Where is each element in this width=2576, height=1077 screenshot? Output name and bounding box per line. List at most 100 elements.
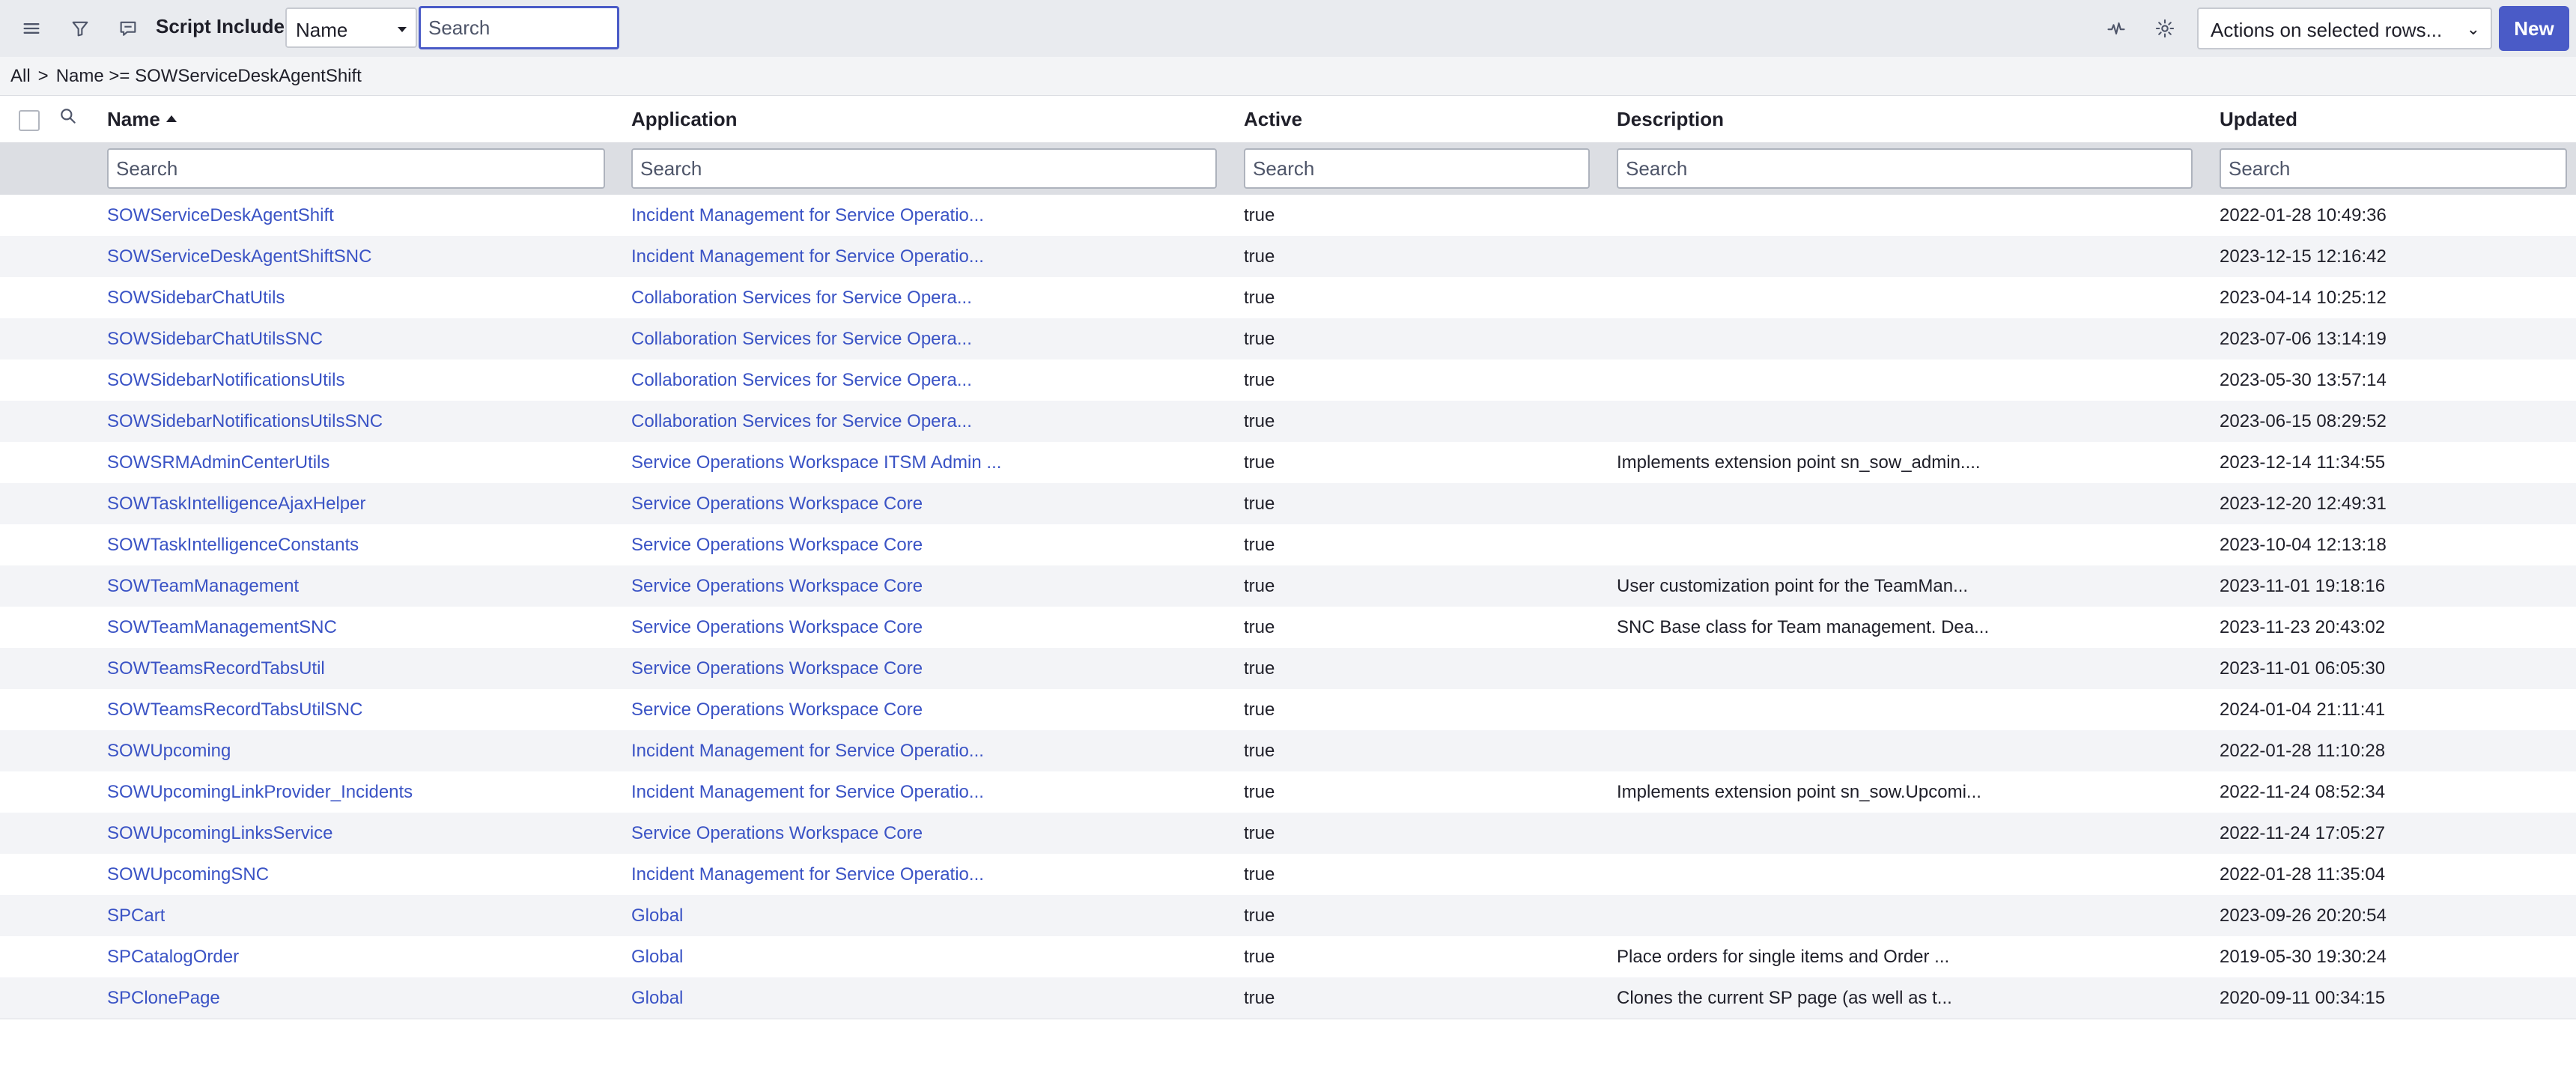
table-row[interactable]: SOWServiceDeskAgentShiftSNC Incident Mana… — [0, 236, 2576, 277]
gear-icon[interactable] — [2150, 13, 2180, 43]
table-row[interactable]: SOWSidebarChatUtils Collaboration Service… — [0, 277, 2576, 318]
actions-select-value: Actions on selected rows... — [2211, 19, 2443, 41]
cell-updated: 2023-11-01 19:18:16 — [2220, 576, 2386, 596]
hamburger-menu-icon[interactable] — [16, 13, 46, 43]
column-header-description[interactable]: Description — [1617, 108, 1724, 131]
cell-name[interactable]: SOWSidebarChatUtils — [107, 288, 285, 309]
table-row[interactable]: SOWTaskIntelligenceAjaxHelper Service Ope… — [0, 483, 2576, 524]
table-row[interactable]: SOWSidebarNotificationsUtilsSNC Collabora… — [0, 401, 2576, 442]
funnel-icon[interactable] — [65, 13, 95, 43]
active-filter-input[interactable] — [1244, 148, 1590, 189]
cell-application[interactable]: Service Operations Workspace Core — [631, 535, 923, 556]
cell-name[interactable]: SOWSRMAdminCenterUtils — [107, 452, 329, 473]
cell-description: User customization point for the TeamMan… — [1617, 576, 1969, 596]
search-field-select-value: Name — [296, 19, 348, 41]
cell-active: true — [1244, 370, 1275, 390]
table-row[interactable]: SOWTeamManagementSNC Service Operations W… — [0, 607, 2576, 648]
column-header-active[interactable]: Active — [1244, 108, 1302, 131]
cell-active: true — [1244, 452, 1275, 473]
cell-application[interactable]: Incident Management for Service Operatio… — [631, 246, 984, 267]
cell-updated: 2023-11-23 20:43:02 — [2220, 617, 2386, 637]
cell-application[interactable]: Incident Management for Service Operatio… — [631, 741, 984, 762]
cell-application[interactable]: Service Operations Workspace Core — [631, 658, 923, 679]
table-row[interactable]: SPClonePage Global true Clones the current … — [0, 977, 2576, 1019]
cell-name[interactable]: SOWUpcoming — [107, 741, 231, 762]
table-row[interactable]: SOWSidebarNotificationsUtils Collaboratio… — [0, 359, 2576, 401]
breadcrumb-condition-link[interactable]: Name >= SOWServiceDeskAgentShift — [56, 66, 362, 86]
cell-application[interactable]: Incident Management for Service Operatio… — [631, 205, 984, 226]
table-row[interactable]: SOWUpcomingLinkProvider_Incidents Inciden… — [0, 771, 2576, 813]
cell-name[interactable]: SPCatalogOrder — [107, 947, 239, 968]
cell-updated: 2023-06-15 08:29:52 — [2220, 411, 2387, 431]
cell-application[interactable]: Collaboration Services for Service Opera… — [631, 288, 972, 309]
cell-application[interactable]: Global — [631, 947, 683, 968]
table-row[interactable]: SOWTeamsRecordTabsUtil Service Operations… — [0, 648, 2576, 689]
cell-name[interactable]: SOWTeamManagement — [107, 576, 299, 597]
cell-name[interactable]: SOWUpcomingSNC — [107, 864, 269, 885]
application-filter-input[interactable] — [631, 148, 1217, 189]
cell-name[interactable]: SOWUpcomingLinkProvider_Incidents — [107, 782, 413, 803]
pulse-icon[interactable] — [2101, 13, 2131, 43]
cell-application[interactable]: Global — [631, 988, 683, 1009]
table-row[interactable]: SPCart Global true 2023-09-26 20:20:54 — [0, 895, 2576, 936]
updated-filter-input[interactable] — [2220, 148, 2567, 189]
page-title: Script Includes — [156, 15, 296, 37]
cell-name[interactable]: SPClonePage — [107, 988, 220, 1009]
cell-application[interactable]: Service Operations Workspace Core — [631, 700, 923, 720]
caret-down-icon — [398, 27, 407, 32]
cell-application[interactable]: Collaboration Services for Service Opera… — [631, 370, 972, 391]
column-header-updated[interactable]: Updated — [2220, 108, 2297, 131]
new-button[interactable]: New — [2499, 6, 2569, 51]
cell-application[interactable]: Incident Management for Service Operatio… — [631, 864, 984, 885]
table-row[interactable]: SPCatalogOrder Global true Place orders for… — [0, 936, 2576, 977]
table-row[interactable]: SOWTeamsRecordTabsUtilSNC Service Operati… — [0, 689, 2576, 730]
name-filter-input[interactable] — [107, 148, 605, 189]
cell-description: Implements extension point sn_sow.Upcomi… — [1617, 782, 1981, 802]
table-body: SOWServiceDeskAgentShift Incident Managem… — [0, 195, 2576, 1019]
cell-application[interactable]: Service Operations Workspace Core — [631, 494, 923, 515]
table-row[interactable]: SOWTeamManagement Service Operations Work… — [0, 565, 2576, 607]
breadcrumb-all-link[interactable]: All — [10, 66, 31, 86]
cell-name[interactable]: SOWTaskIntelligenceConstants — [107, 535, 359, 556]
cell-name[interactable]: SOWSidebarNotificationsUtils — [107, 370, 344, 391]
cell-updated: 2023-12-15 12:16:42 — [2220, 246, 2387, 267]
select-all-checkbox[interactable] — [19, 110, 40, 131]
search-field-select[interactable]: Name — [285, 7, 417, 48]
cell-name[interactable]: SOWTeamManagementSNC — [107, 617, 337, 638]
cell-name[interactable]: SOWServiceDeskAgentShiftSNC — [107, 246, 371, 267]
cell-application[interactable]: Service Operations Workspace Core — [631, 823, 923, 844]
cell-application[interactable]: Collaboration Services for Service Opera… — [631, 411, 972, 432]
table-row[interactable]: SOWTaskIntelligenceConstants Service Oper… — [0, 524, 2576, 565]
table-row[interactable]: SOWUpcoming Incident Management for Servi… — [0, 730, 2576, 771]
table-row[interactable]: SOWUpcomingSNC Incident Management for Se… — [0, 854, 2576, 895]
cell-application[interactable]: Service Operations Workspace ITSM Admin … — [631, 452, 1001, 473]
cell-name[interactable]: SPCart — [107, 905, 165, 926]
search-input[interactable] — [419, 6, 619, 49]
table-row[interactable]: SOWServiceDeskAgentShift Incident Managem… — [0, 195, 2576, 236]
cell-name[interactable]: SOWTeamsRecordTabsUtil — [107, 658, 325, 679]
chat-bubble-icon[interactable] — [113, 13, 143, 43]
column-header-name[interactable]: Name — [107, 108, 177, 131]
cell-application[interactable]: Service Operations Workspace Core — [631, 576, 923, 597]
cell-name[interactable]: SOWUpcomingLinksService — [107, 823, 332, 844]
cell-name[interactable]: SOWServiceDeskAgentShift — [107, 205, 334, 226]
cell-application[interactable]: Incident Management for Service Operatio… — [631, 782, 984, 803]
cell-updated: 2022-01-28 11:10:28 — [2220, 741, 2386, 761]
cell-name[interactable]: SOWTeamsRecordTabsUtilSNC — [107, 700, 362, 720]
table-row[interactable]: SOWUpcomingLinksService Service Operation… — [0, 813, 2576, 854]
cell-application[interactable]: Global — [631, 905, 683, 926]
description-filter-input[interactable] — [1617, 148, 2193, 189]
table-row[interactable]: SOWSRMAdminCenterUtils Service Operations… — [0, 442, 2576, 483]
cell-active: true — [1244, 617, 1275, 637]
search-icon[interactable] — [58, 106, 81, 129]
column-header-application[interactable]: Application — [631, 108, 738, 131]
column-filter-row — [0, 142, 2576, 195]
cell-application[interactable]: Service Operations Workspace Core — [631, 617, 923, 638]
cell-application[interactable]: Collaboration Services for Service Opera… — [631, 329, 972, 350]
cell-name[interactable]: SOWTaskIntelligenceAjaxHelper — [107, 494, 365, 515]
cell-name[interactable]: SOWSidebarChatUtilsSNC — [107, 329, 323, 350]
actions-on-selected-rows-select[interactable]: Actions on selected rows... ⌄ — [2197, 7, 2492, 49]
cell-name[interactable]: SOWSidebarNotificationsUtilsSNC — [107, 411, 383, 432]
cell-active: true — [1244, 782, 1275, 802]
table-row[interactable]: SOWSidebarChatUtilsSNC Collaboration Serv… — [0, 318, 2576, 359]
